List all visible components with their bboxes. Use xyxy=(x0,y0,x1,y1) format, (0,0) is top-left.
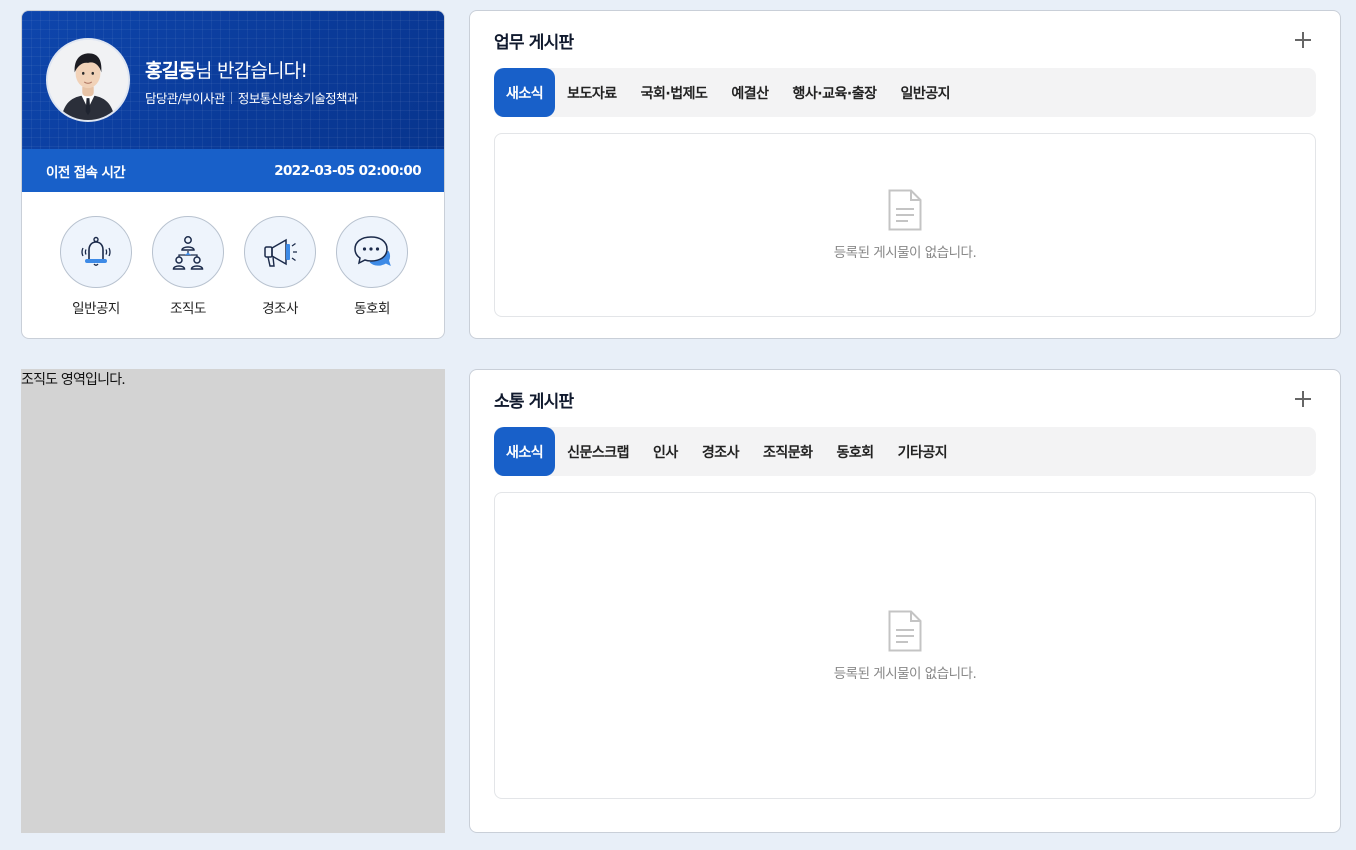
user-position: 담당관/부이사관 xyxy=(145,91,226,106)
user-name: 홍길동 xyxy=(145,60,196,82)
work-board-title: 업무 게시판 xyxy=(494,33,574,53)
work-board-tabs: 새소식 보도자료 국회·법제도 예결산 행사·교육·출장 일반공지 xyxy=(494,68,1316,117)
plus-icon[interactable] xyxy=(1295,31,1311,48)
document-icon xyxy=(888,189,922,231)
tab-news-scrap[interactable]: 신문스크랩 xyxy=(555,427,641,476)
communication-board: 소통 게시판 새소식 신문스크랩 인사 경조사 조직문화 동호회 기타공지 등록… xyxy=(469,369,1341,833)
greeting-suffix: 님 반갑습니다! xyxy=(195,60,308,82)
org-chart-placeholder-text: 조직도 영역입니다. xyxy=(21,372,126,388)
quick-menu-org-chart[interactable]: 조직도 xyxy=(152,216,224,317)
tab-org-culture[interactable]: 조직문화 xyxy=(751,427,825,476)
chat-bubble-icon xyxy=(354,236,391,266)
quick-menu-label: 조직도 xyxy=(170,301,206,317)
quick-menu-club-circle[interactable] xyxy=(336,216,408,288)
divider xyxy=(230,91,232,104)
work-board: 업무 게시판 새소식 보도자료 국회·법제도 예결산 행사·교육·출장 일반공지… xyxy=(469,10,1341,339)
tab-legislation[interactable]: 국회·법제도 xyxy=(629,68,720,117)
last-login-bar: 이전 접속 시간 2022-03-05 02:00:00 xyxy=(22,149,444,192)
quick-menu-club[interactable]: 동호회 xyxy=(336,216,408,317)
user-department: 정보통신방송기술정책과 xyxy=(237,91,359,106)
work-board-header: 업무 게시판 xyxy=(494,11,1316,68)
profile-banner: 홍길동님 반갑습니다! 담당관/부이사관 정보통신방송기술정책과 xyxy=(22,11,444,149)
tab-club[interactable]: 동호회 xyxy=(824,427,885,476)
tab-personnel[interactable]: 인사 xyxy=(641,427,690,476)
megaphone-icon xyxy=(264,238,297,267)
quick-menu-notice[interactable]: 일반공지 xyxy=(60,216,132,317)
profile-card: 홍길동님 반갑습니다! 담당관/부이사관 정보통신방송기술정책과 이전 접속 시… xyxy=(21,10,445,339)
bell-icon xyxy=(81,236,111,266)
last-login-value: 2022-03-05 02:00:00 xyxy=(274,162,421,179)
tab-events-training[interactable]: 행사·교육·출장 xyxy=(781,68,889,117)
communication-board-content: 등록된 게시물이 없습니다. xyxy=(494,492,1316,799)
quick-menu-notice-circle[interactable] xyxy=(60,216,132,288)
document-icon xyxy=(888,610,922,651)
tab-news[interactable]: 새소식 xyxy=(494,68,556,117)
quick-menu-events-circle[interactable] xyxy=(244,216,316,288)
user-affiliation: 담당관/부이사관 정보통신방송기술정책과 xyxy=(145,88,358,107)
tab-family-events[interactable]: 경조사 xyxy=(690,427,751,476)
communication-board-title: 소통 게시판 xyxy=(494,392,574,412)
quick-menu: 일반공지 조직도 경조사 동호회 xyxy=(22,192,444,317)
quick-menu-label: 경조사 xyxy=(262,301,298,317)
quick-menu-org-chart-circle[interactable] xyxy=(152,216,224,288)
quick-menu-events[interactable]: 경조사 xyxy=(244,216,316,317)
avatar-photo xyxy=(48,40,128,120)
quick-menu-label: 동호회 xyxy=(354,301,390,317)
communication-board-tabs: 새소식 신문스크랩 인사 경조사 조직문화 동호회 기타공지 xyxy=(494,427,1316,476)
greeting: 홍길동님 반갑습니다! xyxy=(145,56,308,83)
tab-news[interactable]: 새소식 xyxy=(494,427,556,476)
tab-general-notice[interactable]: 일반공지 xyxy=(888,68,962,117)
quick-menu-label: 일반공지 xyxy=(72,301,120,317)
tab-budget[interactable]: 예결산 xyxy=(719,68,780,117)
last-login-label: 이전 접속 시간 xyxy=(46,164,126,181)
tab-other-notice[interactable]: 기타공지 xyxy=(886,427,960,476)
work-board-content: 등록된 게시물이 없습니다. xyxy=(494,133,1316,317)
empty-message: 등록된 게시물이 없습니다. xyxy=(833,665,977,682)
empty-message: 등록된 게시물이 없습니다. xyxy=(833,245,977,261)
plus-icon[interactable] xyxy=(1295,390,1311,407)
avatar xyxy=(46,38,130,122)
org-chart-icon xyxy=(172,236,204,270)
org-chart-area: 조직도 영역입니다. xyxy=(21,369,445,833)
tab-press-release[interactable]: 보도자료 xyxy=(555,68,629,117)
communication-board-header: 소통 게시판 xyxy=(494,370,1316,427)
